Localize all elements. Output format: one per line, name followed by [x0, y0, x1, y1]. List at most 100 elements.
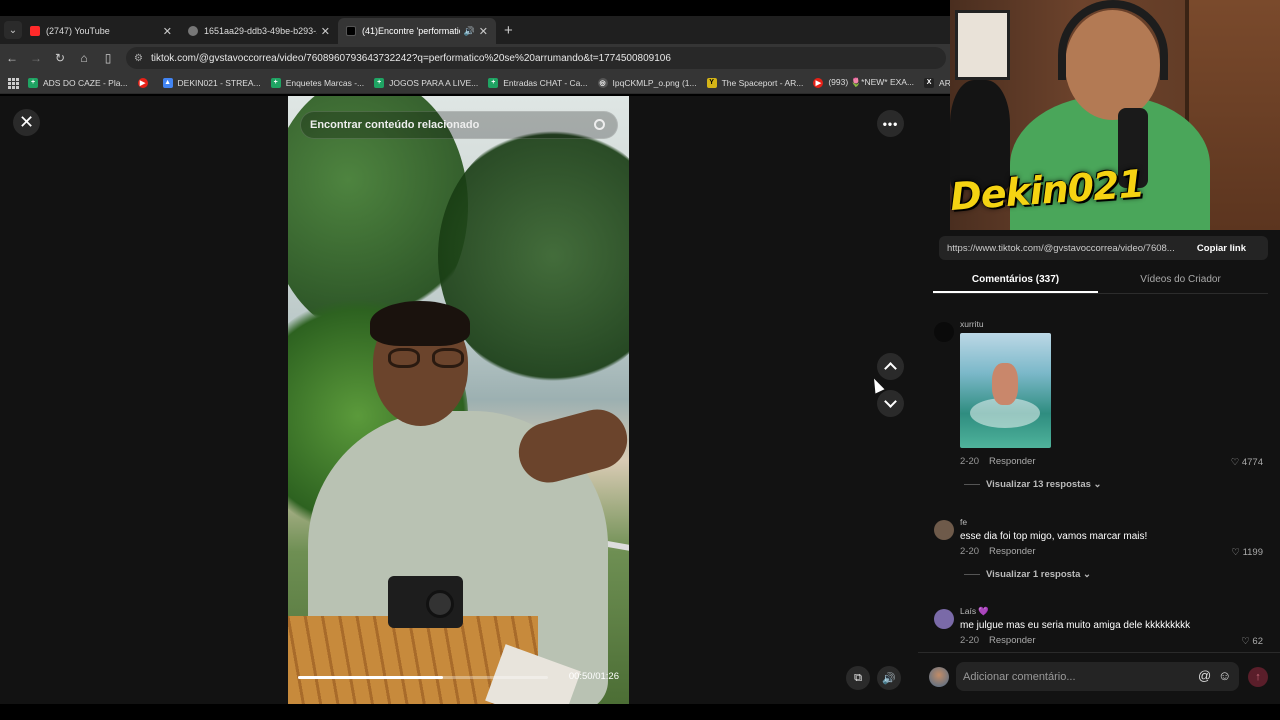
pip-icon[interactable]: ⧉: [846, 666, 870, 690]
video-glasses: [388, 348, 472, 370]
bookmark-item[interactable]: ▶: [137, 77, 153, 88]
comment-likes[interactable]: ♡ 4774: [1231, 457, 1263, 468]
comment-list[interactable]: xurritu 2-20 Responder ♡ 4774 Visualizar …: [930, 311, 1275, 651]
webcam-overlay: Dekin021: [950, 0, 1280, 230]
comment-meta: 2-20 Responder: [960, 635, 1036, 646]
bookmark-item[interactable]: + Entradas CHAT - Ca...: [488, 77, 588, 88]
bookmark-item[interactable]: + ADS DO CAZE - Pla...: [28, 77, 128, 88]
back-icon[interactable]: ←: [0, 51, 24, 65]
related-search-text: Encontrar conteúdo relacionado: [310, 119, 480, 131]
reload-icon[interactable]: ↻: [48, 51, 72, 65]
video-foliage: [438, 126, 629, 386]
tab-title: (41)Encontre 'performatico: [362, 26, 460, 36]
spaceport-icon: Y: [706, 77, 717, 88]
site-info-icon[interactable]: ⚙: [134, 53, 143, 64]
apps-icon[interactable]: [8, 77, 19, 89]
related-search-bar[interactable]: Encontrar conteúdo relacionado: [300, 111, 618, 139]
webcam-headset: [1058, 0, 1168, 80]
tab-tiktok[interactable]: (41)Encontre 'performatico 🔊 ✕: [338, 18, 496, 44]
comment-username[interactable]: Laís 💜: [960, 606, 989, 617]
new-tab-button[interactable]: +: [504, 22, 513, 39]
comment-date: 2-20: [960, 635, 980, 646]
panel-tabs: Comentários (337) Vídeos do Criador: [933, 268, 1268, 294]
x-icon: X: [924, 77, 935, 88]
bookmark-label: ADS DO CAZE - Pla...: [43, 77, 128, 88]
close-tab-icon[interactable]: ✕: [321, 25, 330, 38]
previous-video-button[interactable]: [877, 353, 904, 380]
more-options-button[interactable]: •••: [877, 110, 904, 137]
share-link-row: https://www.tiktok.com/@gvstavoccorrea/v…: [939, 236, 1268, 260]
drive-icon: ▲: [162, 77, 173, 88]
avatar: [929, 667, 949, 687]
close-icon[interactable]: ✕: [13, 109, 40, 136]
youtube-icon: ▶: [813, 77, 824, 88]
address-bar[interactable]: ⚙ tiktok.com/@gvstavoccorrea/video/76089…: [126, 47, 946, 69]
bookmark-label: Enquetes Marcas -...: [285, 77, 365, 88]
comment-image[interactable]: [960, 333, 1051, 448]
comment-text: esse dia foi top migo, vamos marcar mais…: [960, 531, 1148, 542]
send-arrow-icon[interactable]: ↑: [1248, 667, 1268, 687]
view-replies-label: Visualizar 13 respostas: [986, 479, 1091, 490]
webcam-poster: [955, 10, 1010, 80]
comment-username[interactable]: xurritu: [960, 319, 984, 329]
split-view-icon[interactable]: ▯: [96, 51, 120, 65]
youtube-icon: ▶: [137, 77, 148, 88]
like-count: 62: [1252, 636, 1263, 647]
chevron-down-icon: [884, 395, 897, 408]
bookmark-item[interactable]: + Enquetes Marcas -...: [270, 77, 365, 88]
comment-username[interactable]: fe: [960, 517, 967, 527]
copy-link-button[interactable]: Copiar link: [1187, 243, 1268, 254]
close-tab-icon[interactable]: ✕: [479, 25, 488, 38]
bookmark-label: JOGOS PARA A LIVE...: [389, 77, 479, 88]
close-tab-icon[interactable]: ✕: [163, 25, 172, 38]
view-replies-button[interactable]: Visualizar 13 respostas ⌄: [964, 479, 1102, 490]
sheets-icon: +: [28, 77, 38, 88]
avatar[interactable]: [934, 322, 954, 342]
volume-icon[interactable]: 🔊: [877, 666, 901, 690]
bookmark-item[interactable]: ▲ DEKIN021 - STREA...: [162, 77, 261, 88]
next-video-button[interactable]: [877, 390, 904, 417]
video-person-arm: [512, 402, 629, 490]
bookmark-item[interactable]: ◎ IpqCKMLP_o.png (1...: [597, 77, 697, 88]
bookmark-label: DEKIN021 - STREA...: [177, 77, 261, 88]
bookmark-label: IpqCKMLP_o.png (1...: [612, 77, 697, 88]
tab-creator-videos[interactable]: Vídeos do Criador: [1098, 268, 1263, 293]
bookmark-label: The Spaceport - AR...: [721, 77, 804, 88]
tab-comments[interactable]: Comentários (337): [933, 268, 1098, 293]
comment-meta: 2-20 Responder: [960, 456, 1036, 467]
tiktok-icon: [346, 26, 356, 36]
tab-title: (2747) YouTube: [46, 26, 110, 36]
comment-input[interactable]: Adicionar comentário... @ ☺: [956, 662, 1239, 691]
youtube-icon: [30, 26, 40, 36]
tab-search-button[interactable]: ⌄: [4, 21, 22, 39]
forward-icon[interactable]: →: [24, 51, 48, 65]
tab-youtube[interactable]: (2747) YouTube ✕: [22, 18, 180, 44]
tab-document[interactable]: 1651aa29-ddb3-49be-b293-10 ✕: [180, 18, 338, 44]
speaker-icon[interactable]: 🔊: [464, 26, 475, 37]
mention-icon[interactable]: @: [1198, 668, 1211, 683]
share-url[interactable]: https://www.tiktok.com/@gvstavoccorrea/v…: [939, 243, 1187, 254]
avatar[interactable]: [934, 609, 954, 629]
reply-button[interactable]: Responder: [989, 635, 1035, 646]
video-player[interactable]: Encontrar conteúdo relacionado 00:50/01:…: [288, 96, 629, 704]
bookmark-item[interactable]: Y The Spaceport - AR...: [706, 77, 804, 88]
comment-likes[interactable]: ♡ 1199: [1231, 547, 1263, 558]
home-icon[interactable]: ⌂: [72, 51, 96, 65]
emoji-icon[interactable]: ☺: [1218, 668, 1231, 683]
view-replies-label: Visualizar 1 resposta: [986, 569, 1081, 580]
view-replies-button[interactable]: Visualizar 1 resposta ⌄: [964, 569, 1091, 580]
reply-button[interactable]: Responder: [989, 546, 1035, 557]
like-count: 1199: [1242, 547, 1263, 558]
bookmark-item[interactable]: + JOGOS PARA A LIVE...: [374, 77, 479, 88]
avatar[interactable]: [934, 520, 954, 540]
comment-likes[interactable]: ♡ 62: [1241, 636, 1263, 647]
reply-button[interactable]: Responder: [989, 456, 1035, 467]
globe-icon: ◎: [597, 77, 608, 88]
comment-date: 2-20: [960, 546, 980, 557]
video-progress-fill: [298, 676, 443, 679]
sheets-icon: +: [270, 77, 281, 88]
video-person-hair: [370, 301, 470, 346]
bookmark-item[interactable]: ▶ (993) 🌷*NEW* EXA...: [813, 77, 914, 88]
video-progress-bar[interactable]: [298, 676, 548, 679]
browser-toolbar: ← → ↻ ⌂ ▯ ⚙ tiktok.com/@gvstavoccorrea/v…: [0, 44, 950, 72]
